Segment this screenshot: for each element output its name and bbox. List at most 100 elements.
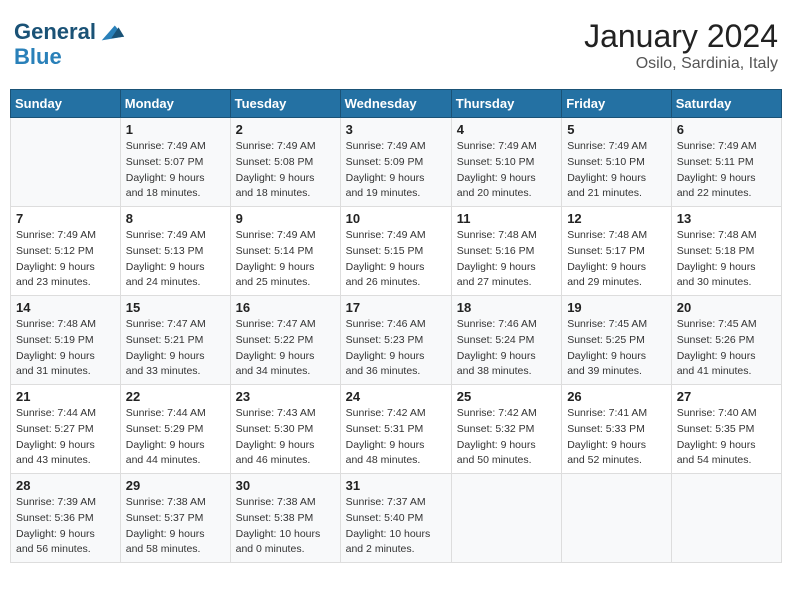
- daylight-text-continued: and 20 minutes.: [457, 186, 556, 202]
- daylight-text-continued: and 18 minutes.: [126, 186, 225, 202]
- sunrise-text: Sunrise: 7:46 AM: [346, 317, 446, 333]
- day-number: 9: [236, 211, 335, 226]
- sunrise-text: Sunrise: 7:46 AM: [457, 317, 556, 333]
- day-info: Sunrise: 7:44 AMSunset: 5:29 PMDaylight:…: [126, 406, 225, 469]
- sunset-text: Sunset: 5:23 PM: [346, 333, 446, 349]
- sunrise-text: Sunrise: 7:47 AM: [126, 317, 225, 333]
- calendar-title: January 2024: [584, 18, 778, 55]
- daylight-text: Daylight: 9 hours: [16, 438, 115, 454]
- sunrise-text: Sunrise: 7:42 AM: [457, 406, 556, 422]
- sunrise-text: Sunrise: 7:49 AM: [346, 139, 446, 155]
- daylight-text-continued: and 26 minutes.: [346, 275, 446, 291]
- sunrise-text: Sunrise: 7:42 AM: [346, 406, 446, 422]
- day-info: Sunrise: 7:46 AMSunset: 5:23 PMDaylight:…: [346, 317, 446, 380]
- day-number: 27: [677, 389, 776, 404]
- title-block: January 2024 Osilo, Sardinia, Italy: [584, 18, 778, 73]
- calendar-week-2: 7Sunrise: 7:49 AMSunset: 5:12 PMDaylight…: [11, 207, 782, 296]
- calendar-cell: 26Sunrise: 7:41 AMSunset: 5:33 PMDayligh…: [562, 385, 672, 474]
- daylight-text-continued: and 36 minutes.: [346, 364, 446, 380]
- weekday-header-sunday: Sunday: [11, 90, 121, 118]
- calendar-table: SundayMondayTuesdayWednesdayThursdayFrid…: [10, 89, 782, 563]
- calendar-cell: 4Sunrise: 7:49 AMSunset: 5:10 PMDaylight…: [451, 118, 561, 207]
- weekday-header-tuesday: Tuesday: [230, 90, 340, 118]
- calendar-week-4: 21Sunrise: 7:44 AMSunset: 5:27 PMDayligh…: [11, 385, 782, 474]
- sunrise-text: Sunrise: 7:49 AM: [126, 139, 225, 155]
- day-info: Sunrise: 7:49 AMSunset: 5:08 PMDaylight:…: [236, 139, 335, 202]
- daylight-text-continued: and 58 minutes.: [126, 542, 225, 558]
- day-number: 24: [346, 389, 446, 404]
- sunset-text: Sunset: 5:07 PM: [126, 155, 225, 171]
- calendar-cell: 21Sunrise: 7:44 AMSunset: 5:27 PMDayligh…: [11, 385, 121, 474]
- daylight-text: Daylight: 9 hours: [677, 349, 776, 365]
- weekday-header-thursday: Thursday: [451, 90, 561, 118]
- sunset-text: Sunset: 5:37 PM: [126, 511, 225, 527]
- calendar-cell: 27 Sunrise: 7:40 AMSunset: 5:35 PMDayligh…: [671, 385, 781, 474]
- day-number: 1: [126, 122, 225, 137]
- page-header: General Blue January 2024 Osilo, Sardini…: [10, 10, 782, 81]
- daylight-text: Daylight: 9 hours: [16, 527, 115, 543]
- sunset-text: Sunset: 5:14 PM: [236, 244, 335, 260]
- calendar-cell: 29Sunrise: 7:38 AMSunset: 5:37 PMDayligh…: [120, 474, 230, 563]
- sunrise-text: Sunrise: 7:44 AM: [16, 406, 115, 422]
- calendar-cell: 25Sunrise: 7:42 AMSunset: 5:32 PMDayligh…: [451, 385, 561, 474]
- calendar-cell: 17Sunrise: 7:46 AMSunset: 5:23 PMDayligh…: [340, 296, 451, 385]
- day-info: Sunrise: 7:49 AMSunset: 5:14 PMDaylight:…: [236, 228, 335, 291]
- daylight-text: Daylight: 9 hours: [236, 171, 335, 187]
- sunset-text: Sunset: 5:30 PM: [236, 422, 335, 438]
- day-info: Sunrise: 7:48 AMSunset: 5:19 PMDaylight:…: [16, 317, 115, 380]
- daylight-text: Daylight: 9 hours: [457, 438, 556, 454]
- daylight-text: Daylight: 9 hours: [236, 349, 335, 365]
- calendar-cell: 23Sunrise: 7:43 AMSunset: 5:30 PMDayligh…: [230, 385, 340, 474]
- day-info: Sunrise: 7:49 AMSunset: 5:09 PMDaylight:…: [346, 139, 446, 202]
- calendar-header: SundayMondayTuesdayWednesdayThursdayFrid…: [11, 90, 782, 118]
- day-info: Sunrise: 7:47 AMSunset: 5:22 PMDaylight:…: [236, 317, 335, 380]
- daylight-text: Daylight: 9 hours: [677, 260, 776, 276]
- sunrise-text: Sunrise: 7:48 AM: [457, 228, 556, 244]
- sunset-text: Sunset: 5:12 PM: [16, 244, 115, 260]
- daylight-text: Daylight: 9 hours: [346, 438, 446, 454]
- sunset-text: Sunset: 5:08 PM: [236, 155, 335, 171]
- calendar-subtitle: Osilo, Sardinia, Italy: [584, 55, 778, 73]
- sunrise-text: Sunrise: 7:49 AM: [677, 139, 776, 155]
- calendar-cell: 28Sunrise: 7:39 AMSunset: 5:36 PMDayligh…: [11, 474, 121, 563]
- sunset-text: Sunset: 5:36 PM: [16, 511, 115, 527]
- daylight-text-continued: and 19 minutes.: [346, 186, 446, 202]
- daylight-text: Daylight: 10 hours: [236, 527, 335, 543]
- calendar-cell: 14Sunrise: 7:48 AMSunset: 5:19 PMDayligh…: [11, 296, 121, 385]
- day-number: 6: [677, 122, 776, 137]
- calendar-cell: 20Sunrise: 7:45 AMSunset: 5:26 PMDayligh…: [671, 296, 781, 385]
- sunset-text: Sunset: 5:33 PM: [567, 422, 666, 438]
- day-number: 15: [126, 300, 225, 315]
- daylight-text: Daylight: 9 hours: [16, 260, 115, 276]
- calendar-cell: 16Sunrise: 7:47 AMSunset: 5:22 PMDayligh…: [230, 296, 340, 385]
- daylight-text: Daylight: 9 hours: [236, 260, 335, 276]
- day-info: Sunrise: 7:42 AMSunset: 5:31 PMDaylight:…: [346, 406, 446, 469]
- day-number: 8: [126, 211, 225, 226]
- day-info: Sunrise: 7:38 AMSunset: 5:37 PMDaylight:…: [126, 495, 225, 558]
- daylight-text: Daylight: 9 hours: [457, 349, 556, 365]
- day-info: Sunrise: 7:48 AMSunset: 5:17 PMDaylight:…: [567, 228, 666, 291]
- calendar-cell: 8Sunrise: 7:49 AMSunset: 5:13 PMDaylight…: [120, 207, 230, 296]
- sunrise-text: Sunrise: 7:37 AM: [346, 495, 446, 511]
- daylight-text-continued: and 38 minutes.: [457, 364, 556, 380]
- day-info: Sunrise: 7:41 AMSunset: 5:33 PMDaylight:…: [567, 406, 666, 469]
- daylight-text-continued: and 21 minutes.: [567, 186, 666, 202]
- day-number: 12: [567, 211, 666, 226]
- sunrise-text: Sunrise: 7:48 AM: [567, 228, 666, 244]
- daylight-text: Daylight: 9 hours: [236, 438, 335, 454]
- sunrise-text: Sunrise: 7:43 AM: [236, 406, 335, 422]
- sunrise-text: Sunrise: 7:41 AM: [567, 406, 666, 422]
- day-number: 18: [457, 300, 556, 315]
- calendar-cell: [451, 474, 561, 563]
- sunset-text: Sunset: 5:38 PM: [236, 511, 335, 527]
- day-info: Sunrise: 7:40 AMSunset: 5:35 PMDaylight:…: [677, 406, 776, 469]
- calendar-cell: 15Sunrise: 7:47 AMSunset: 5:21 PMDayligh…: [120, 296, 230, 385]
- daylight-text: Daylight: 9 hours: [677, 171, 776, 187]
- sunrise-text: Sunrise: 7:49 AM: [346, 228, 446, 244]
- calendar-cell: 30Sunrise: 7:38 AMSunset: 5:38 PMDayligh…: [230, 474, 340, 563]
- daylight-text: Daylight: 9 hours: [126, 349, 225, 365]
- day-number: 30: [236, 478, 335, 493]
- day-info: Sunrise: 7:44 AMSunset: 5:27 PMDaylight:…: [16, 406, 115, 469]
- daylight-text-continued: and 46 minutes.: [236, 453, 335, 469]
- logo-text-blue: Blue: [14, 46, 126, 68]
